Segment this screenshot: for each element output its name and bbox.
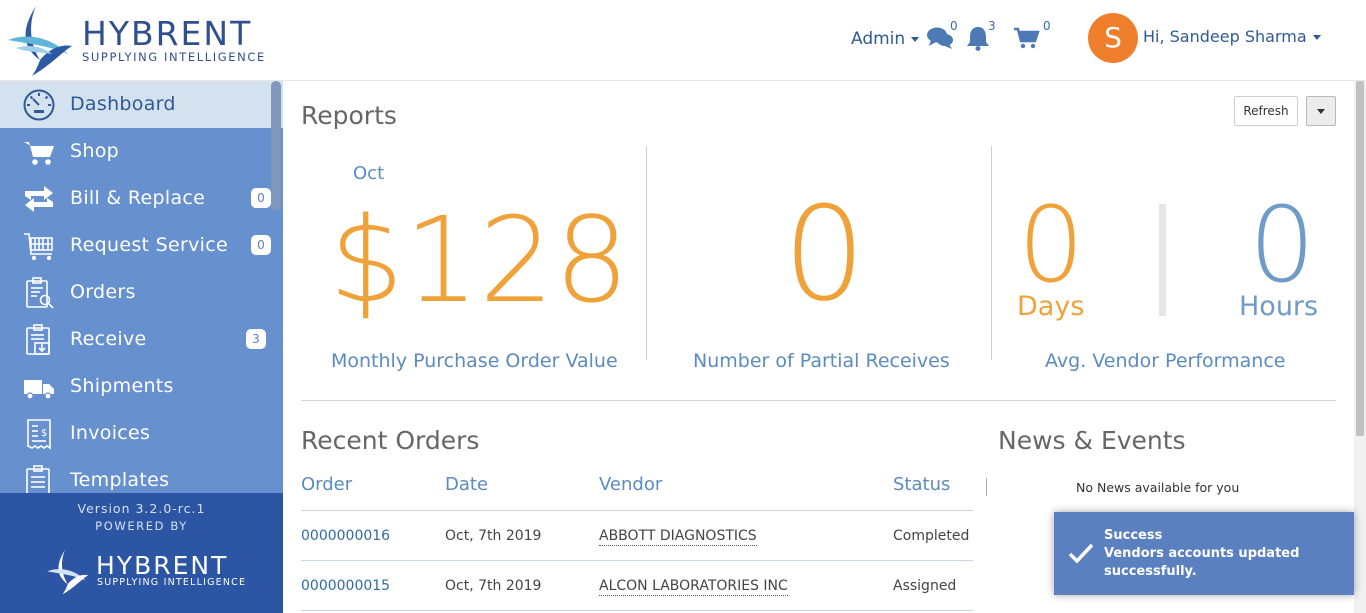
sidebar-item-orders[interactable]: Orders bbox=[0, 269, 283, 316]
sidebar-item-label: Shipments bbox=[70, 375, 174, 397]
footer-brand-tagline: SUPPLYING INTELLIGENCE bbox=[97, 577, 247, 588]
sidebar-item-shop[interactable]: Shop bbox=[0, 128, 283, 175]
order-vendor[interactable]: ABBOTT DIAGNOSTICS bbox=[599, 528, 757, 546]
admin-dropdown[interactable]: Admin bbox=[851, 29, 920, 49]
clipboard-download-icon bbox=[26, 324, 50, 355]
footer-brand-name: HYBRENT bbox=[96, 551, 229, 580]
hybrent-bird-logo-icon bbox=[47, 549, 89, 595]
vendor-performance-label: Avg. Vendor Performance bbox=[1045, 350, 1286, 372]
vendor-days-value: 0 bbox=[1018, 184, 1085, 306]
page-title: Reports bbox=[301, 101, 397, 130]
order-status: Assigned bbox=[893, 578, 957, 594]
news-empty-message: No News available for you bbox=[1076, 480, 1240, 495]
column-header-date[interactable]: Date bbox=[445, 474, 488, 495]
vendor-hours-unit: Hours bbox=[1239, 291, 1319, 322]
page-scrollbar[interactable] bbox=[1354, 81, 1366, 613]
version-text: Version 3.2.0-rc.1 bbox=[77, 501, 206, 516]
report-month: Oct bbox=[353, 163, 385, 184]
sidebar-item-request-service[interactable]: Request Service 0 bbox=[0, 222, 283, 269]
stat-divider bbox=[991, 146, 992, 360]
checkmark-icon bbox=[1068, 543, 1094, 564]
column-header-status[interactable]: Status bbox=[893, 474, 950, 495]
sidebar-footer: Version 3.2.0-rc.1 POWERED BY HYBRENT SU… bbox=[0, 493, 283, 613]
hybrent-bird-logo-icon bbox=[8, 6, 72, 76]
sidebar-item-shipments[interactable]: Shipments bbox=[0, 363, 283, 410]
user-menu[interactable]: Hi, Sandeep Sharma bbox=[1143, 27, 1321, 46]
avatar[interactable]: S bbox=[1088, 13, 1138, 63]
sidebar-item-receive[interactable]: Receive 3 bbox=[0, 316, 283, 363]
order-status: Completed bbox=[893, 528, 970, 544]
partial-receives-label: Number of Partial Receives bbox=[693, 350, 950, 372]
powered-by-text: POWERED BY bbox=[95, 519, 188, 533]
invoice-icon: $ bbox=[27, 419, 51, 450]
success-toast[interactable]: Success Vendors accounts updated success… bbox=[1054, 512, 1354, 595]
sidebar-item-label: Dashboard bbox=[70, 93, 176, 115]
cart-count: 0 bbox=[1043, 19, 1051, 33]
partial-receives-value: 0 bbox=[783, 178, 866, 330]
chevron-down-icon bbox=[1317, 109, 1325, 114]
order-number-link[interactable]: 0000000016 bbox=[301, 528, 390, 544]
swap-arrows-icon bbox=[25, 186, 53, 212]
section-divider bbox=[301, 400, 1336, 401]
refresh-button[interactable]: Refresh bbox=[1234, 96, 1298, 126]
table-row: 0000000015 Oct, 7th 2019 ALCON LABORATOR… bbox=[301, 560, 973, 610]
sidebar-item-invoices[interactable]: $ Invoices bbox=[0, 410, 283, 457]
news-events-title: News & Events bbox=[998, 426, 1186, 455]
brand-tagline: SUPPLYING INTELLIGENCE bbox=[82, 50, 266, 64]
vendor-hours-value: 0 bbox=[1249, 184, 1316, 306]
column-header-vendor[interactable]: Vendor bbox=[599, 474, 662, 495]
bell-icon[interactable] bbox=[966, 25, 990, 51]
sidebar-item-label: Request Service bbox=[70, 234, 228, 256]
shopping-cart-icon bbox=[24, 142, 54, 165]
po-value-label: Monthly Purchase Order Value bbox=[331, 350, 618, 372]
sidebar: Dashboard Shop Bill & Replace 0 Request … bbox=[0, 81, 283, 613]
truck-icon bbox=[24, 380, 54, 400]
shopping-cart-icon[interactable] bbox=[1014, 27, 1040, 49]
table-row-divider bbox=[301, 610, 973, 611]
po-value: $128 bbox=[329, 191, 630, 329]
recent-orders-title: Recent Orders bbox=[301, 426, 480, 455]
sidebar-item-bill-replace[interactable]: Bill & Replace 0 bbox=[0, 175, 283, 222]
vendor-days-unit: Days bbox=[1017, 291, 1085, 322]
request-service-count-badge: 0 bbox=[251, 235, 271, 255]
admin-label: Admin bbox=[851, 29, 906, 49]
receive-count-badge: 3 bbox=[246, 329, 266, 349]
toast-message: Vendors accounts updated successfully. bbox=[1104, 546, 1300, 579]
messages-count: 0 bbox=[950, 19, 958, 33]
hybrent-logo[interactable]: HYBRENT SUPPLYING INTELLIGENCE bbox=[6, 4, 286, 78]
user-greeting: Hi, Sandeep Sharma bbox=[1143, 27, 1307, 46]
table-row: 0000000016 Oct, 7th 2019 ABBOTT DIAGNOST… bbox=[301, 510, 973, 560]
refresh-options-button[interactable] bbox=[1306, 96, 1336, 126]
sidebar-item-dashboard[interactable]: Dashboard bbox=[0, 81, 283, 128]
column-header-order[interactable]: Order bbox=[301, 474, 352, 495]
dashboard-gauge-icon bbox=[23, 89, 55, 121]
order-date: Oct, 7th 2019 bbox=[445, 528, 542, 544]
sidebar-scrollbar[interactable] bbox=[271, 81, 281, 211]
sidebar-item-label: Receive bbox=[70, 328, 147, 350]
chevron-down-icon bbox=[1312, 35, 1321, 40]
page-scrollbar-thumb[interactable] bbox=[1356, 81, 1364, 436]
clipboard-search-icon bbox=[26, 277, 54, 309]
sidebar-item-label: Invoices bbox=[70, 422, 151, 444]
order-vendor[interactable]: ALCON LABORATORIES INC bbox=[599, 578, 788, 596]
service-cart-icon bbox=[24, 233, 53, 261]
order-date: Oct, 7th 2019 bbox=[445, 578, 542, 594]
sidebar-item-label: Orders bbox=[70, 281, 136, 303]
sidebar-item-label: Bill & Replace bbox=[70, 187, 206, 209]
column-divider bbox=[986, 478, 987, 496]
sidebar-item-label: Templates bbox=[70, 469, 170, 491]
chevron-down-icon bbox=[911, 36, 920, 42]
top-header: HYBRENT SUPPLYING INTELLIGENCE Admin 0 3… bbox=[0, 0, 1366, 81]
svg-text:$: $ bbox=[41, 428, 47, 439]
toast-title: Success bbox=[1104, 528, 1163, 543]
brand-name: HYBRENT bbox=[82, 14, 253, 53]
order-number-link[interactable]: 0000000015 bbox=[301, 578, 390, 594]
notifications-count: 3 bbox=[988, 19, 996, 33]
stat-divider bbox=[646, 146, 647, 360]
days-hours-separator bbox=[1159, 204, 1166, 316]
bill-replace-count-badge: 0 bbox=[251, 188, 271, 208]
sidebar-item-label: Shop bbox=[70, 140, 119, 162]
